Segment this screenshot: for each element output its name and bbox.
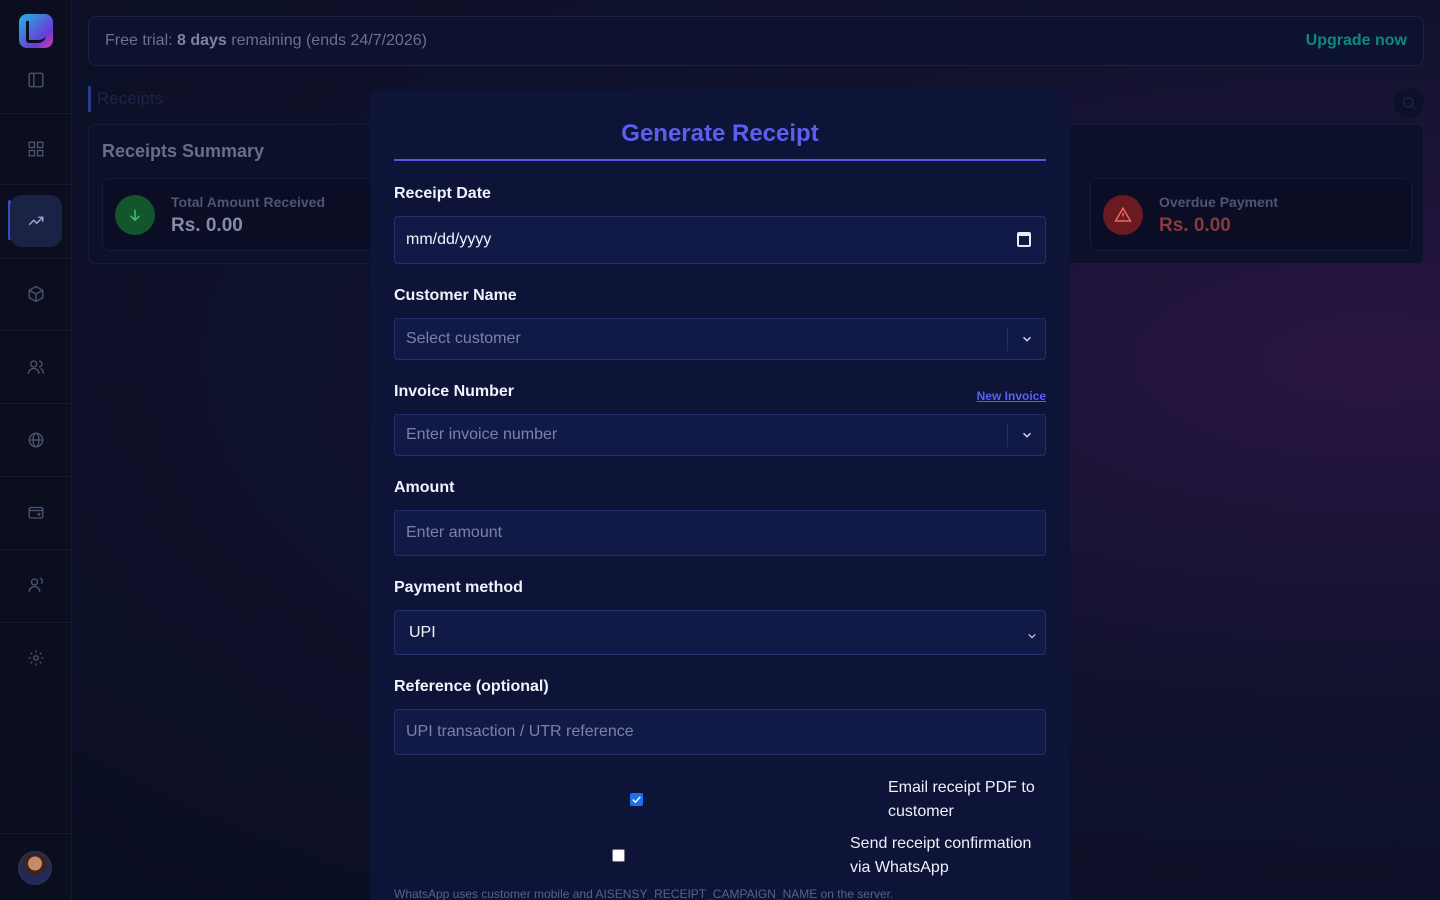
whatsapp-receipt-checkbox[interactable] (612, 849, 625, 862)
app-logo[interactable] (19, 14, 53, 48)
whatsapp-receipt-label: Send receipt confirmation via WhatsApp (850, 835, 1032, 876)
trending-up-icon[interactable] (10, 195, 62, 247)
reference-input[interactable]: UPI transaction / UTR reference (394, 709, 1046, 755)
whatsapp-footnote: WhatsApp uses customer mobile and AISENS… (394, 887, 894, 900)
payment-method-label: Payment method (394, 579, 523, 596)
payment-method-select[interactable]: UPI (394, 610, 1046, 655)
stat-label: Overdue Payment (1159, 194, 1279, 210)
amount-label: Amount (394, 479, 455, 496)
gear-icon[interactable] (18, 640, 54, 676)
reference-placeholder: UPI transaction / UTR reference (406, 723, 634, 740)
arrow-down-icon (115, 195, 155, 235)
email-receipt-label: Email receipt PDF to customer (888, 779, 1035, 820)
new-invoice-link[interactable]: New Invoice (977, 389, 1046, 403)
team-icon[interactable] (18, 567, 54, 603)
avatar[interactable] (18, 851, 52, 885)
chevron-down-icon[interactable] (1027, 628, 1037, 639)
box-icon[interactable] (18, 276, 54, 312)
panel-toggle-icon[interactable] (18, 62, 54, 98)
chevron-down-icon[interactable] (1007, 327, 1045, 351)
invoice-placeholder: Enter invoice number (406, 426, 558, 443)
customer-name-label: Customer Name (394, 287, 517, 304)
stat-value: Rs. 0.00 (1159, 215, 1231, 236)
date-value: mm/dd/yyyy (406, 231, 492, 248)
amount-placeholder: Enter amount (406, 524, 503, 541)
trial-banner: Free trial: 8 days remaining (ends 24/7/… (88, 16, 1424, 66)
reference-label: Reference (optional) (394, 678, 549, 695)
customer-select[interactable]: Select customer (394, 318, 1046, 360)
wallet-icon[interactable] (18, 494, 54, 530)
dashboard-icon[interactable] (18, 131, 54, 167)
stat-value: Rs. 0.00 (171, 215, 243, 236)
calendar-icon[interactable] (1017, 232, 1031, 247)
chevron-down-icon[interactable] (1007, 423, 1045, 447)
breadcrumb: Receipts (88, 86, 163, 112)
upgrade-link[interactable]: Upgrade now (1306, 32, 1407, 50)
summary-title: Receipts Summary (102, 141, 265, 161)
email-receipt-checkbox[interactable] (630, 793, 643, 806)
amount-input[interactable]: Enter amount (394, 510, 1046, 556)
sidebar (0, 0, 72, 900)
receipt-date-input[interactable]: mm/dd/yyyy (394, 216, 1046, 264)
trial-text: Free trial: 8 days remaining (ends 24/7/… (105, 32, 427, 49)
payment-method-value: UPI (409, 623, 436, 641)
stat-card-overdue: Overdue Payment Rs. 0.00 (1090, 178, 1412, 251)
globe-icon[interactable] (18, 422, 54, 458)
users-icon[interactable] (18, 349, 54, 385)
modal-title: Generate Receipt (394, 90, 1046, 161)
invoice-number-select[interactable]: Enter invoice number (394, 414, 1046, 456)
customer-placeholder: Select customer (406, 330, 521, 347)
stat-label: Total Amount Received (171, 194, 326, 210)
receipt-date-label: Receipt Date (394, 185, 491, 202)
invoice-number-label: Invoice Number (394, 383, 515, 400)
generate-receipt-modal: Generate Receipt Receipt Date mm/dd/yyyy… (370, 90, 1070, 900)
search-icon[interactable] (1394, 88, 1424, 118)
warning-icon (1103, 195, 1143, 235)
